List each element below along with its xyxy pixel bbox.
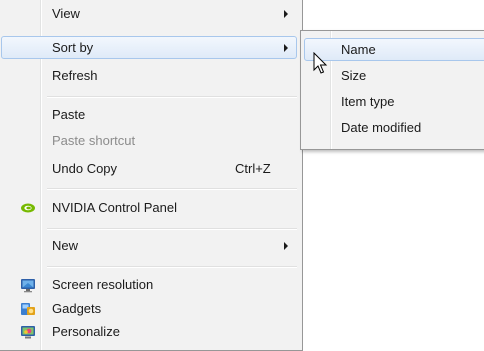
submenu-item-label: Date modified <box>341 120 422 135</box>
menu-item-paste-shortcut: Paste shortcut <box>1 129 297 152</box>
submenu-arrow-icon <box>284 242 288 250</box>
menu-item-undo-copy[interactable]: Undo Copy Ctrl+Z <box>1 157 297 180</box>
shortcut-text: Ctrl+Z <box>235 161 271 176</box>
menu-separator <box>47 188 297 190</box>
menu-item-gadgets[interactable]: Gadgets <box>1 297 297 320</box>
menu-item-refresh[interactable]: Refresh <box>1 64 297 87</box>
menu-separator <box>47 96 297 98</box>
nvidia-icon <box>20 200 36 216</box>
menu-item-label: Paste shortcut <box>52 133 136 148</box>
menu-item-new[interactable]: New <box>1 234 297 257</box>
menu-item-label: Screen resolution <box>52 277 154 292</box>
menu-item-label: Paste <box>52 107 86 122</box>
menu-separator <box>47 266 297 268</box>
menu-item-label: Sort by <box>52 40 94 55</box>
submenu-arrow-icon <box>284 10 288 18</box>
submenu-arrow-icon <box>284 44 288 52</box>
submenu-item-date-modified[interactable]: Date modified <box>304 116 484 139</box>
menu-item-label: Refresh <box>52 68 98 83</box>
menu-item-screen-resolution[interactable]: Screen resolution <box>1 273 297 296</box>
menu-item-personalize[interactable]: Personalize <box>1 320 297 343</box>
submenu-item-size[interactable]: Size <box>304 64 484 87</box>
menu-item-label: Undo Copy <box>52 161 118 176</box>
menu-item-label: View <box>52 6 80 21</box>
menu-separator <box>47 228 297 230</box>
desktop-context-menu: View Sort by Refresh Paste Paste shortcu… <box>0 0 303 351</box>
menu-item-label: Gadgets <box>52 301 102 316</box>
menu-item-view[interactable]: View <box>1 2 297 25</box>
submenu-item-name[interactable]: Name <box>304 38 484 61</box>
menu-item-nvidia-control-panel[interactable]: NVIDIA Control Panel <box>1 196 297 219</box>
sort-by-submenu: Name Size Item type Date modified <box>300 30 484 150</box>
mouse-cursor-icon <box>313 51 329 76</box>
menu-item-label: New <box>52 238 79 253</box>
submenu-item-label: Name <box>341 42 376 57</box>
submenu-item-label: Item type <box>341 94 395 109</box>
personalize-icon <box>20 324 36 340</box>
menu-item-sort-by[interactable]: Sort by <box>1 36 297 59</box>
monitor-icon <box>20 277 36 293</box>
menu-item-label: NVIDIA Control Panel <box>52 200 178 215</box>
menu-item-paste[interactable]: Paste <box>1 103 297 126</box>
submenu-item-item-type[interactable]: Item type <box>304 90 484 113</box>
submenu-item-label: Size <box>341 68 367 83</box>
menu-item-label: Personalize <box>52 324 120 339</box>
gadgets-icon <box>20 301 36 317</box>
